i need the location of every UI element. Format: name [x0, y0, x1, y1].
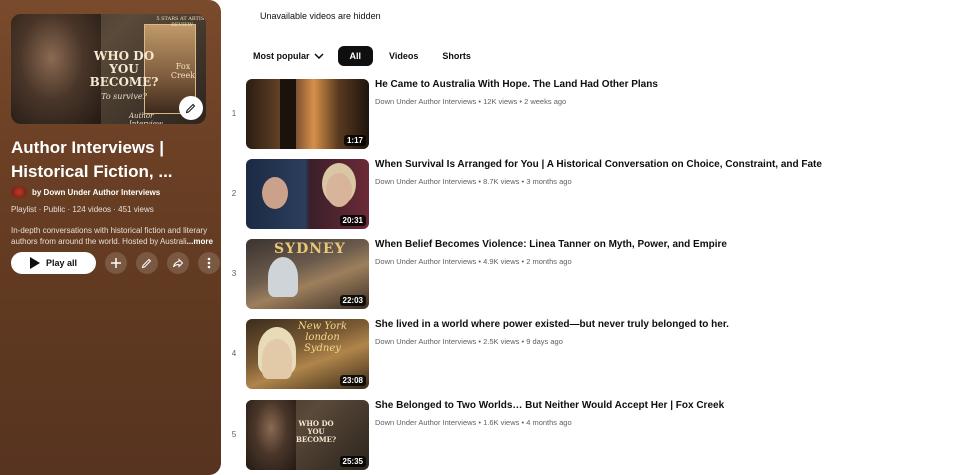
play-icon — [29, 257, 40, 269]
share-icon — [173, 258, 184, 268]
video-meta: Down Under Author Interviews • 12K views… — [375, 97, 567, 106]
channel-name[interactable]: Down Under Author Interviews — [375, 177, 476, 186]
description-text: In-depth conversations with historical f… — [11, 226, 208, 246]
video-index: 5 — [231, 430, 237, 439]
video-meta: Down Under Author Interviews • 4.9K view… — [375, 257, 572, 266]
chip-all[interactable]: All — [337, 46, 374, 66]
duration-badge: 23:08 — [339, 375, 366, 386]
plus-icon — [111, 258, 121, 268]
duration-badge: 20:31 — [339, 215, 366, 226]
thumbnail-headline: WHO DO YOU BECOME? — [89, 49, 159, 89]
pencil-icon — [141, 258, 152, 269]
playlist-thumbnail[interactable]: 5 STARS AT ARTIST REVIEW WHO DO YOU BECO… — [11, 14, 206, 124]
view-count: 1.6K views — [483, 418, 520, 427]
video-row[interactable]: 3 22:03 When Belief Becomes Violence: Li… — [228, 239, 968, 311]
channel-name[interactable]: Down Under Author Interviews — [375, 337, 476, 346]
video-index: 2 — [231, 189, 237, 198]
more-actions-button[interactable] — [198, 252, 220, 274]
video-thumbnail[interactable]: 23:08 — [246, 319, 369, 389]
video-row[interactable]: 4 23:08 She lived in a world where power… — [228, 319, 968, 391]
video-title[interactable]: When Belief Becomes Violence: Linea Tann… — [375, 239, 965, 250]
thumbnail-badge: 5 STARS AT ARTIST REVIEW — [156, 16, 206, 28]
channel-name[interactable]: Down Under Author Interviews — [375, 418, 476, 427]
video-title[interactable]: She Belonged to Two Worlds… But Neither … — [375, 400, 965, 411]
upload-age: 2 months ago — [526, 257, 572, 266]
view-count: 4.9K views — [483, 257, 520, 266]
share-button[interactable] — [167, 252, 189, 274]
thumbnail-subline: To survive? — [101, 92, 147, 101]
video-thumbnail[interactable]: 22:03 — [246, 239, 369, 309]
video-index: 3 — [231, 269, 237, 278]
play-all-button[interactable]: Play all — [11, 252, 96, 274]
playlist-header-panel: 5 STARS AT ARTIST REVIEW WHO DO YOU BECO… — [0, 0, 221, 475]
video-row[interactable]: 5 25:35 She Belonged to Two Worlds… But … — [228, 400, 968, 472]
more-link[interactable]: ...more — [187, 237, 213, 246]
video-thumbnail[interactable]: 20:31 — [246, 159, 369, 229]
chip-shorts[interactable]: Shorts — [434, 46, 479, 66]
thumbnail-portrait — [11, 14, 101, 124]
channel-avatar[interactable] — [11, 186, 27, 198]
video-meta: Down Under Author Interviews • 2.5K view… — [375, 337, 563, 346]
add-to-button[interactable] — [105, 252, 127, 274]
video-thumbnail[interactable]: 25:35 — [246, 400, 369, 470]
thumbnail-book-title: Fox Creek — [170, 62, 196, 80]
video-index: 4 — [231, 349, 237, 358]
sort-label: Most popular — [253, 51, 310, 61]
playlist-title: Author Interviews | Historical Fiction, … — [11, 138, 173, 181]
upload-age: 3 months ago — [526, 177, 572, 186]
upload-age: 9 days ago — [526, 337, 563, 346]
chip-videos[interactable]: Videos — [381, 46, 426, 66]
duration-badge: 22:03 — [339, 295, 366, 306]
playlist-owner[interactable]: by Down Under Author Interviews — [11, 186, 160, 198]
playlist-meta: Playlist · Public · 124 videos · 451 vie… — [11, 205, 154, 214]
view-count: 2.5K views — [483, 337, 520, 346]
video-title[interactable]: When Survival Is Arranged for You | A Hi… — [375, 159, 965, 170]
video-index: 1 — [231, 109, 237, 118]
owner-name[interactable]: by Down Under Author Interviews — [32, 188, 160, 197]
channel-name[interactable]: Down Under Author Interviews — [375, 257, 476, 266]
upload-age: 2 weeks ago — [524, 97, 567, 106]
edit-thumbnail-button[interactable] — [179, 96, 203, 120]
duration-badge: 25:35 — [339, 456, 366, 467]
playlist-description: In-depth conversations with historical f… — [11, 225, 216, 247]
video-title[interactable]: She lived in a world where power existed… — [375, 319, 965, 330]
video-meta: Down Under Author Interviews • 8.7K view… — [375, 177, 572, 186]
video-meta: Down Under Author Interviews • 1.6K view… — [375, 418, 572, 427]
video-row[interactable]: 1 1:17 He Came to Australia With Hope. T… — [228, 79, 968, 151]
pencil-icon — [185, 103, 196, 114]
hidden-videos-notice: Unavailable videos are hidden — [260, 11, 381, 21]
playlist-page: 5 STARS AT ARTIST REVIEW WHO DO YOU BECO… — [0, 0, 980, 475]
view-count: 8.7K views — [483, 177, 520, 186]
view-count: 12K views — [483, 97, 518, 106]
chevron-down-icon — [313, 53, 324, 59]
more-vert-icon — [207, 257, 211, 269]
upload-age: 4 months ago — [526, 418, 572, 427]
video-row[interactable]: 2 20:31 When Survival Is Arranged for Yo… — [228, 159, 968, 231]
playlist-actions: Play all — [11, 252, 220, 274]
duration-badge: 1:17 — [343, 135, 366, 146]
filter-bar: Most popular All Videos Shorts — [253, 46, 479, 66]
edit-playlist-button[interactable] — [136, 252, 158, 274]
sort-dropdown[interactable]: Most popular — [253, 46, 330, 66]
play-all-label: Play all — [45, 258, 78, 268]
channel-name[interactable]: Down Under Author Interviews — [375, 97, 476, 106]
video-title[interactable]: He Came to Australia With Hope. The Land… — [375, 79, 965, 90]
video-thumbnail[interactable]: 1:17 — [246, 79, 369, 149]
